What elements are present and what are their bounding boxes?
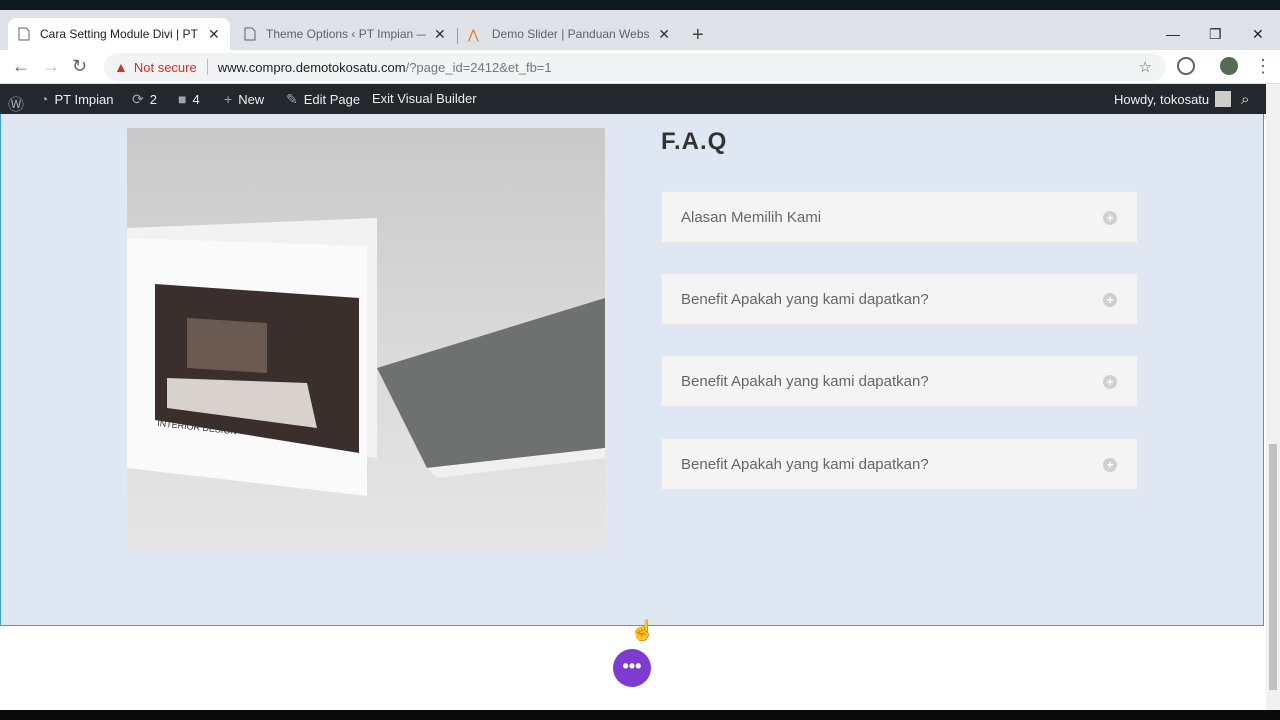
brand-triangle-icon: ⋀ xyxy=(468,27,479,42)
close-tab-icon[interactable]: ✕ xyxy=(434,26,446,43)
account-menu[interactable]: Howdy, tokosatu xyxy=(1114,91,1232,107)
exit-label: Exit Visual Builder xyxy=(372,91,477,106)
faq-question: Benefit Apakah yang kami dapatkan? xyxy=(681,455,929,473)
new-label: New xyxy=(238,91,265,107)
url-text: www.compro.demotokosatu.com/?page_id=241… xyxy=(218,60,552,75)
profile-avatar[interactable] xyxy=(1220,57,1238,75)
site-name: PT Impian xyxy=(54,91,114,107)
taskbar-edge xyxy=(0,710,1280,720)
extension-icon[interactable] xyxy=(1177,57,1195,75)
builder-settings-button[interactable]: ••• xyxy=(613,649,651,687)
edit-page-label: Edit Page xyxy=(303,92,361,107)
tab-title: Cara Setting Module Divi | PT Im xyxy=(40,27,200,41)
faq-accordion-item[interactable]: Alasan Memilih Kami + xyxy=(661,191,1138,243)
tab-strip: Cara Setting Module Divi | PT Im ✕ Theme… xyxy=(0,10,1280,50)
edit-page-link[interactable]: ✎ Edit Page xyxy=(286,91,360,108)
expand-plus-icon[interactable]: + xyxy=(1103,458,1117,472)
tab-active[interactable]: Cara Setting Module Divi | PT Im ✕ xyxy=(8,18,230,50)
new-content-link[interactable]: + New xyxy=(224,91,264,107)
url-host: www.compro.demotokosatu.com xyxy=(217,59,406,75)
wordpress-logo-icon[interactable]: Ⓦ xyxy=(8,91,30,115)
close-tab-icon[interactable]: ✕ xyxy=(208,26,220,43)
forward-icon[interactable]: → xyxy=(42,56,60,77)
reload-icon[interactable]: ↻ xyxy=(72,56,87,77)
user-avatar xyxy=(1215,91,1232,107)
faq-accordion-item[interactable]: Benefit Apakah yang kami dapatkan? + xyxy=(661,438,1138,490)
faq-title: F.A.Q xyxy=(661,128,728,155)
page-icon xyxy=(18,27,30,41)
menu-kebab-icon[interactable]: ⋮ xyxy=(1254,56,1272,77)
faq-accordion-item[interactable]: Benefit Apakah yang kami dapatkan? + xyxy=(661,355,1138,407)
howdy-label: Howdy, tokosatu xyxy=(1114,91,1210,107)
comments-count: 4 xyxy=(192,91,200,107)
omnibox-divider xyxy=(206,59,208,75)
tab-title: Theme Options ‹ PT Impian — W xyxy=(266,27,426,41)
plus-icon: + xyxy=(224,91,233,107)
updates-count: 2 xyxy=(149,92,157,107)
tab-theme-options[interactable]: Theme Options ‹ PT Impian — W ✕ xyxy=(234,18,456,50)
restore-icon[interactable]: ❐ xyxy=(1209,26,1222,43)
site-name-link[interactable]: ◔ PT Impian xyxy=(40,91,113,107)
exit-visual-builder-link[interactable]: Exit Visual Builder xyxy=(372,91,477,106)
expand-plus-icon[interactable]: + xyxy=(1103,293,1117,307)
new-tab-icon[interactable]: + xyxy=(692,24,704,47)
minimize-icon[interactable]: — xyxy=(1166,26,1180,42)
browser-toolbar: ← → ↻ ▲ Not secure www.compro.demotokosa… xyxy=(0,50,1280,84)
close-tab-icon[interactable]: ✕ xyxy=(658,26,670,43)
expand-plus-icon[interactable]: + xyxy=(1103,211,1117,225)
back-icon[interactable]: ← xyxy=(12,56,30,77)
comment-icon: ■ xyxy=(178,91,187,107)
wp-admin-bar: Ⓦ ◔ PT Impian ⟳ 2 ■ 4 + New ✎ Edit Page Exit … xyxy=(0,84,1280,114)
faq-question: Alasan Memilih Kami xyxy=(681,208,822,226)
faq-question: Benefit Apakah yang kami dapatkan? xyxy=(681,372,929,390)
window-top-edge xyxy=(0,0,1280,10)
security-label: Not secure xyxy=(133,59,197,75)
updates-icon: ⟳ xyxy=(132,91,144,107)
expand-plus-icon[interactable]: + xyxy=(1103,375,1117,389)
scrollbar-thumb[interactable] xyxy=(1269,444,1277,690)
brochure-image[interactable]: INTERIOR DESIGN xyxy=(127,128,605,550)
pencil-icon: ✎ xyxy=(286,91,298,107)
faq-section[interactable]: INTERIOR DESIGN F.A.Q Alasan Memilih Kam… xyxy=(0,114,1264,626)
close-window-icon[interactable]: ✕ xyxy=(1252,26,1264,43)
address-bar[interactable]: ▲ Not secure www.compro.demotokosatu.com… xyxy=(104,53,1166,81)
faq-question: Benefit Apakah yang kami dapatkan? xyxy=(681,290,929,308)
url-path: /?page_id=2412&et_fb=1 xyxy=(405,59,552,75)
search-icon[interactable]: ⌕ xyxy=(1241,91,1249,108)
dashboard-icon: ◔ xyxy=(40,91,49,107)
faq-accordion-item[interactable]: Benefit Apakah yang kami dapatkan? + xyxy=(661,273,1138,325)
page-icon xyxy=(244,27,256,41)
comments-link[interactable]: ■ 4 xyxy=(178,91,200,107)
tab-title: Demo Slider | Panduan Website xyxy=(491,27,651,41)
page-scrollbar[interactable] xyxy=(1266,84,1280,710)
updates-link[interactable]: ⟳ 2 xyxy=(132,91,157,108)
warning-icon: ▲ xyxy=(114,59,128,75)
bookmark-star-icon[interactable]: ☆ xyxy=(1139,58,1152,76)
hand-cursor-icon: ☝ xyxy=(630,620,655,642)
tab-demo-slider[interactable]: ⋀ Demo Slider | Panduan Website ✕ xyxy=(458,18,680,50)
